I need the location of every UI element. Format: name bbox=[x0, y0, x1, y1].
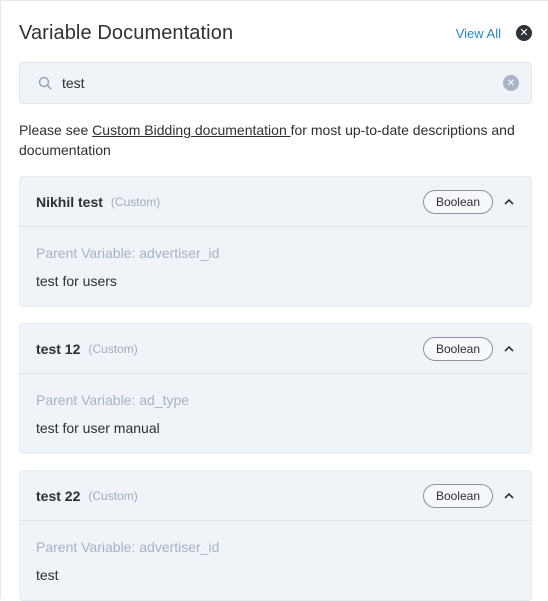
variable-description: test for user manual bbox=[36, 420, 160, 436]
variable-card: test 12 (Custom) Boolean Parent Variable… bbox=[19, 323, 532, 454]
variable-card-body: Parent Variable: advertiser_id test for … bbox=[20, 227, 531, 290]
variable-card: Nikhil test (Custom) Boolean Parent Vari… bbox=[19, 176, 532, 307]
parent-variable: Parent Variable: ad_type bbox=[36, 392, 190, 408]
chevron-up-icon[interactable] bbox=[503, 490, 515, 502]
search-icon bbox=[38, 75, 54, 91]
variable-description: test for users bbox=[36, 273, 117, 289]
variable-tag: (Custom) bbox=[110, 194, 161, 209]
variable-type-badge: Boolean bbox=[422, 189, 493, 214]
chevron-up-icon[interactable] bbox=[503, 343, 515, 355]
variable-card: test 22 (Custom) Boolean Parent Variable… bbox=[19, 470, 532, 601]
variable-card-header[interactable]: test 22 (Custom) Boolean bbox=[20, 471, 531, 521]
variable-card-header[interactable]: test 12 (Custom) Boolean bbox=[20, 324, 531, 374]
parent-variable: Parent Variable: advertiser_id bbox=[36, 245, 220, 261]
variable-description: test bbox=[36, 567, 59, 583]
variable-type-badge: Boolean bbox=[422, 483, 493, 508]
variable-card-body: Parent Variable: ad_type test for user m… bbox=[20, 374, 531, 437]
note-prefix: Please see bbox=[19, 122, 93, 138]
variable-name: Nikhil test bbox=[36, 193, 103, 210]
clear-icon[interactable]: ✕ bbox=[503, 75, 519, 91]
search-input[interactable] bbox=[62, 75, 503, 91]
panel-header: Variable Documentation View All ✕ bbox=[19, 19, 532, 47]
variable-name: test 22 bbox=[36, 487, 81, 504]
variable-tag: (Custom) bbox=[88, 341, 138, 356]
variable-documentation-panel: Variable Documentation View All ✕ ✕ Plea… bbox=[0, 0, 548, 601]
variable-tag: (Custom) bbox=[88, 488, 138, 503]
search-bar: ✕ bbox=[19, 62, 532, 104]
variable-name: test 12 bbox=[36, 340, 81, 357]
documentation-note: Please see Custom Bidding documentation … bbox=[19, 120, 531, 160]
custom-bidding-docs-link[interactable]: Custom Bidding documentation bbox=[92, 122, 290, 138]
panel-title: Variable Documentation bbox=[19, 21, 234, 44]
view-all-link[interactable]: View All bbox=[456, 26, 501, 41]
close-icon[interactable]: ✕ bbox=[516, 25, 532, 41]
variable-card-header[interactable]: Nikhil test (Custom) Boolean bbox=[20, 177, 531, 227]
chevron-up-icon[interactable] bbox=[503, 196, 515, 208]
variable-type-badge: Boolean bbox=[422, 336, 493, 361]
parent-variable: Parent Variable: advertiser_id bbox=[36, 539, 220, 555]
variable-card-body: Parent Variable: advertiser_id test bbox=[20, 521, 531, 584]
